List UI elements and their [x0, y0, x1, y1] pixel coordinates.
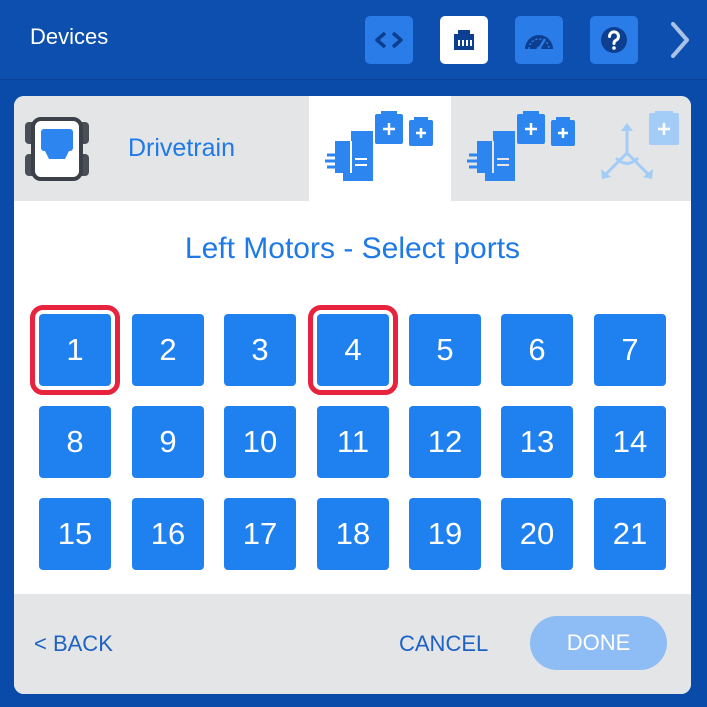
top-bar: Devices — [0, 0, 707, 80]
port-button-16[interactable]: 16 — [132, 498, 204, 570]
drivetrain-label: Drivetrain — [128, 134, 235, 162]
port-button-18[interactable]: 18 — [317, 498, 389, 570]
device-tabs: Drivetrain — [14, 96, 691, 201]
page-title: Devices — [30, 24, 109, 49]
port-button-5[interactable]: 5 — [409, 314, 481, 386]
tab-left-motors[interactable] — [309, 96, 451, 201]
port-button-3[interactable]: 3 — [224, 314, 296, 386]
left-motors-icon — [325, 111, 433, 181]
gyro-icon — [601, 111, 679, 179]
tab-gyro[interactable] — [593, 96, 691, 201]
dialog-footer: < BACK CANCEL DONE — [14, 594, 691, 694]
code-button[interactable] — [365, 16, 413, 64]
dashboard-icon — [525, 35, 553, 52]
right-motors-icon — [467, 111, 575, 181]
port-button-2[interactable]: 2 — [132, 314, 204, 386]
port-button-19[interactable]: 19 — [409, 498, 481, 570]
port-button-21[interactable]: 21 — [594, 498, 666, 570]
port-button-6[interactable]: 6 — [501, 314, 573, 386]
port-button-10[interactable]: 10 — [224, 406, 296, 478]
help-button[interactable] — [590, 16, 638, 64]
device-config-panel: Drivetrain Left Motors - Select ports 1 … — [14, 96, 691, 694]
port-button-1[interactable]: 1 — [30, 305, 120, 395]
port-button-20[interactable]: 20 — [501, 498, 573, 570]
port-button-9[interactable]: 9 — [132, 406, 204, 478]
ports-icon — [454, 30, 474, 50]
port-button-15[interactable]: 15 — [39, 498, 111, 570]
port-button-14[interactable]: 14 — [594, 406, 666, 478]
port-selection-heading: Left Motors - Select ports — [184, 232, 521, 265]
port-button-8[interactable]: 8 — [39, 406, 111, 478]
tab-right-motors[interactable] — [451, 96, 593, 201]
dashboard-button[interactable] — [515, 16, 563, 64]
code-icon — [375, 31, 403, 49]
port-button-12[interactable]: 12 — [409, 406, 481, 478]
tab-drivetrain[interactable]: Drivetrain — [14, 96, 309, 201]
cancel-button[interactable]: CANCEL — [399, 631, 488, 657]
ports-button[interactable] — [440, 16, 488, 64]
port-button-17[interactable]: 17 — [224, 498, 296, 570]
port-button-4[interactable]: 4 — [308, 305, 398, 395]
drivetrain-icon — [25, 117, 89, 181]
done-button[interactable]: DONE — [530, 616, 667, 670]
help-icon — [601, 27, 627, 53]
next-button[interactable] — [660, 14, 700, 66]
port-button-11[interactable]: 11 — [317, 406, 389, 478]
port-button-7[interactable]: 7 — [594, 314, 666, 386]
chevron-right-icon — [671, 22, 689, 58]
port-button-13[interactable]: 13 — [501, 406, 573, 478]
back-button[interactable]: < BACK — [34, 631, 113, 657]
